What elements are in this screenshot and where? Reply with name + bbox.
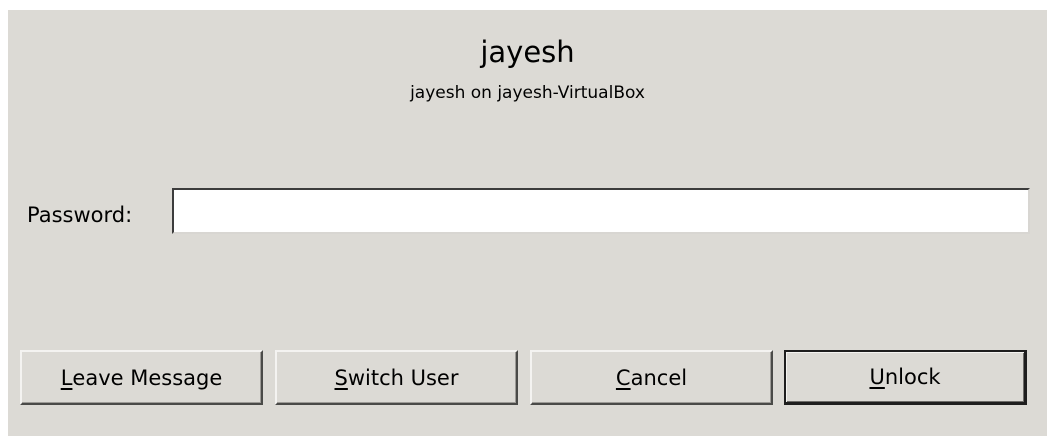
password-label: Password: [27,203,133,227]
leave-message-mnemonic: L [60,365,73,390]
user-host-subtitle: jayesh on jayesh-VirtualBox [410,83,645,103]
switch-user-mnemonic: S [334,365,348,390]
user-display-name: jayesh [480,35,575,69]
cancel-label: ancel [630,365,688,390]
switch-user-label: witch User [347,365,459,390]
cancel-button[interactable]: Cancel [530,350,773,405]
leave-message-button[interactable]: Leave Message [20,350,263,405]
password-input[interactable] [172,188,1030,234]
unlock-label: nlock [884,365,941,389]
leave-message-label: eave Message [72,365,223,390]
cancel-mnemonic: C [615,365,631,390]
unlock-dialog: jayesh jayesh on jayesh-VirtualBox Passw… [8,10,1047,436]
switch-user-button[interactable]: Switch User [275,350,518,405]
unlock-button[interactable]: Unlock [784,350,1027,405]
unlock-mnemonic: U [869,365,885,389]
